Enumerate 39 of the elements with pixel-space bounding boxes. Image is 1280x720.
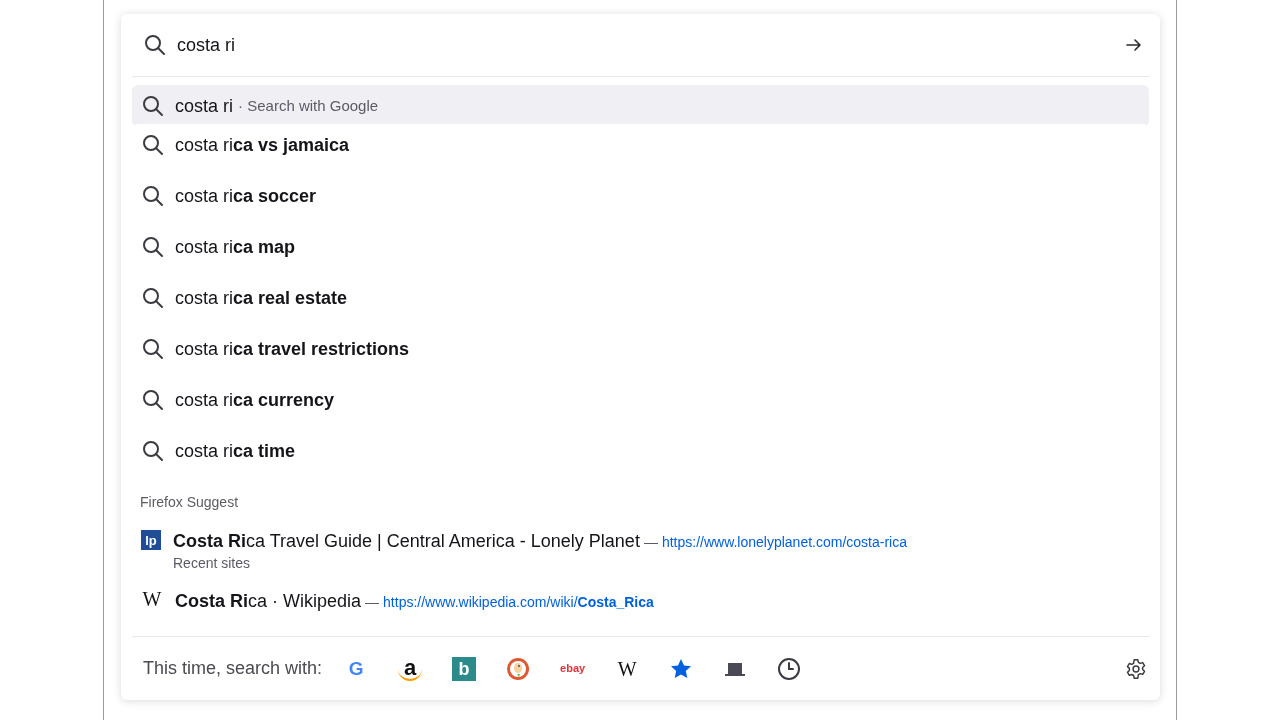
search-icon <box>141 286 165 310</box>
search-field[interactable]: costa ri <box>177 31 1125 59</box>
clock-icon[interactable] <box>777 656 802 681</box>
footer-label: This time, search with: <box>143 657 323 680</box>
wikipedia-logo-icon[interactable]: W <box>615 656 640 681</box>
search-icon <box>141 439 165 463</box>
separator: — <box>365 593 380 612</box>
site-title[interactable]: Costa Rica Travel Guide | Central America - Lonely Planet <box>173 528 640 555</box>
suggestion-text: costa rica soccer <box>175 184 317 208</box>
site-logo-icon: lp <box>141 530 161 550</box>
bing-logo-icon[interactable]: b <box>452 656 477 681</box>
suggestion-row[interactable]: costa ri · Search with Google <box>132 85 1149 127</box>
suggestion-text: costa ri <box>175 94 234 118</box>
search-icon <box>141 388 165 412</box>
search-icon <box>141 94 165 118</box>
search-icon <box>141 133 165 157</box>
suggestion-text: costa rica time <box>175 439 296 463</box>
search-icon <box>141 184 165 208</box>
ebay-logo-icon[interactable]: ebay <box>560 656 586 681</box>
search-icon <box>143 33 167 57</box>
google-logo-icon[interactable]: G <box>344 656 369 681</box>
wikipedia-logo-icon: W <box>141 589 163 609</box>
arrow-right-icon[interactable] <box>1125 36 1143 54</box>
suggestion-text: costa rica vs jamaica <box>175 133 350 157</box>
search-icon <box>141 235 165 259</box>
site-title[interactable]: Costa Rica · Wikipedia <box>175 588 362 615</box>
suggestion-text: costa rica map <box>175 235 296 259</box>
search-icon <box>141 337 165 361</box>
section-heading: Firefox Suggest <box>140 493 240 512</box>
settings-icon[interactable] <box>1125 657 1147 680</box>
search-engine-hint: · Search with Google <box>238 95 379 116</box>
site-url[interactable]: https://www.wikipedia.com/wiki/Costa_Rica <box>383 592 654 613</box>
separator: — <box>643 533 658 552</box>
suggestion-text: costa rica travel restrictions <box>175 337 410 361</box>
duck-logo-icon[interactable] <box>506 656 531 681</box>
site-url[interactable]: https://www.lonelyplanet.com/costa-rica <box>661 532 907 553</box>
site-subtitle: Recent sites <box>173 555 252 571</box>
suggestion-text: costa rica real estate <box>175 286 348 310</box>
suggestion-text: costa rica currency <box>175 388 335 412</box>
